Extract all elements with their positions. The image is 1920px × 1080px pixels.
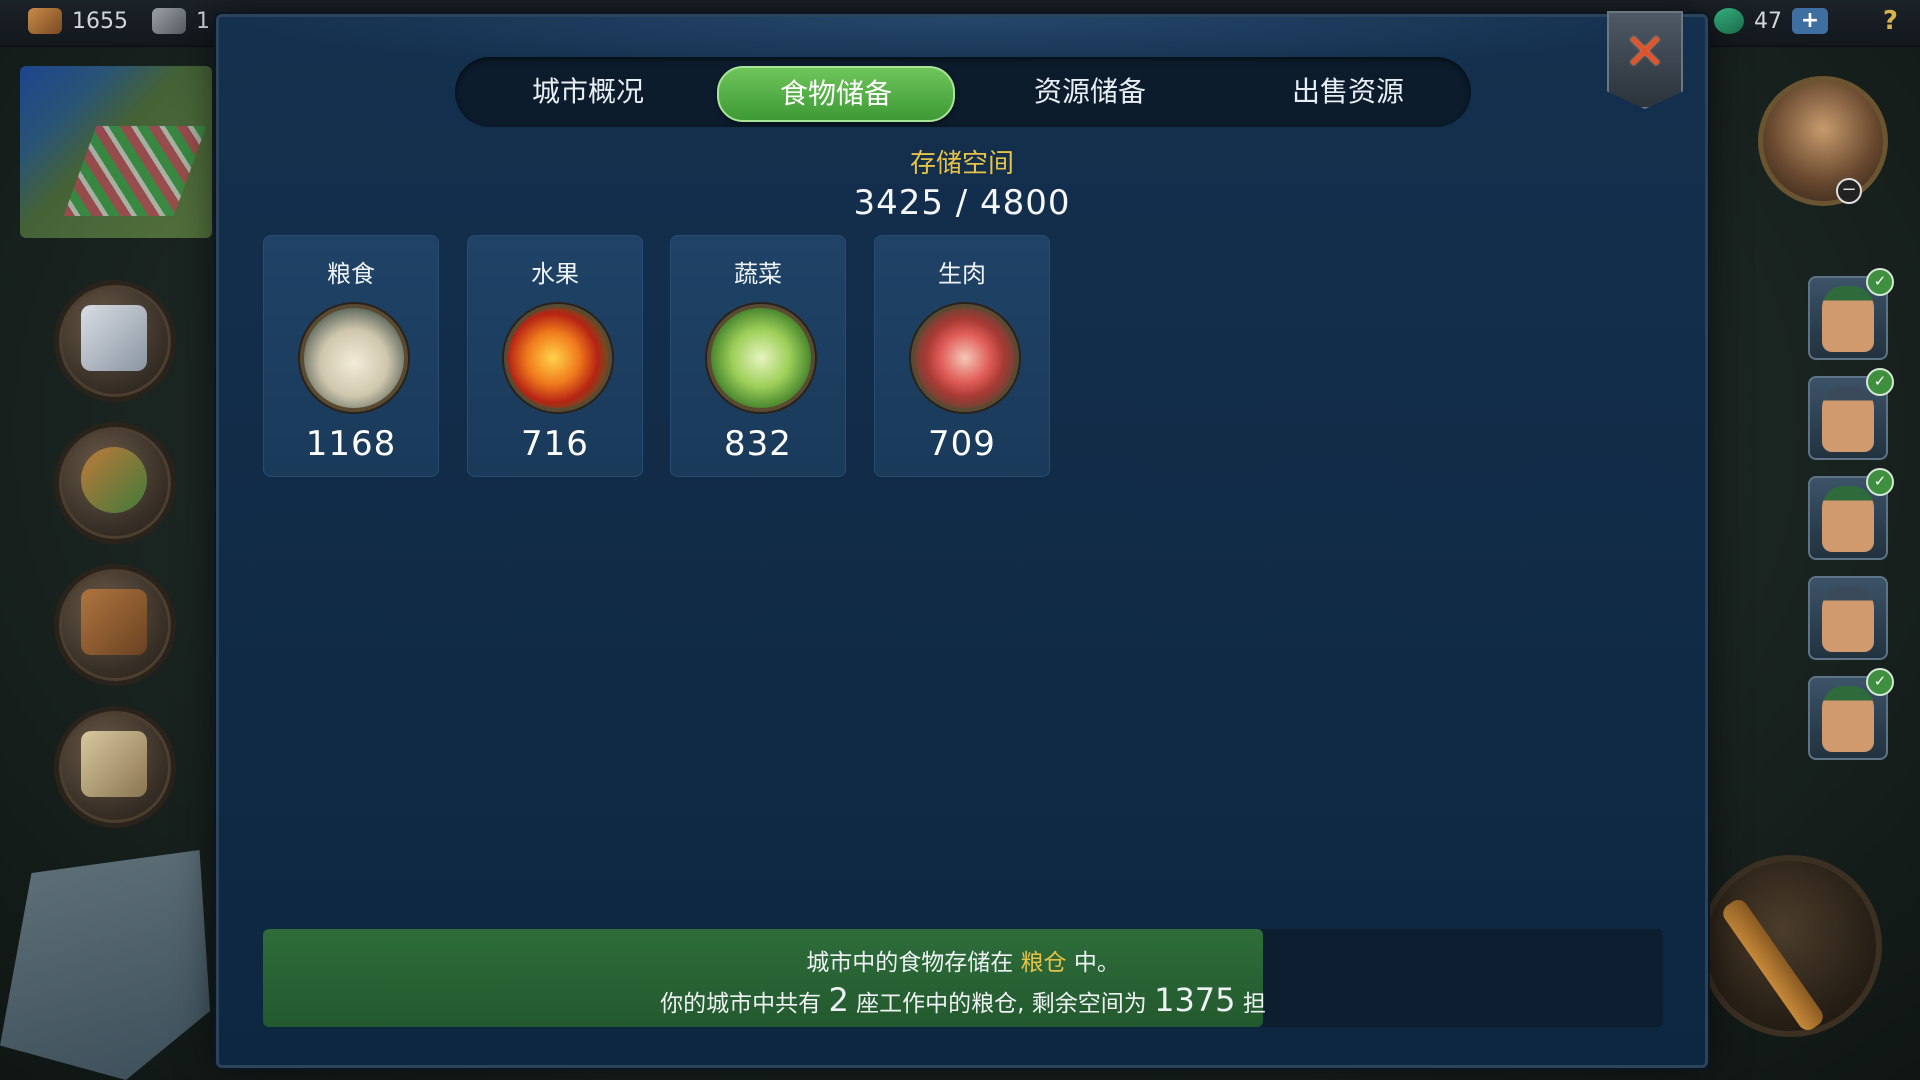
food-amount: 1168 — [305, 424, 397, 464]
stone-amount: 1 — [196, 8, 210, 34]
storage-title: 存储空间 — [909, 149, 1014, 179]
worker-portrait — [1822, 586, 1874, 652]
food-card-vegetables[interactable]: 蔬菜 832 — [670, 235, 846, 477]
worker-slot[interactable]: ✓ — [1808, 368, 1894, 460]
granary-info-line2: 你的城市中共有 2 座工作中的粮仓, 剩余空间为 1375 担 — [263, 981, 1663, 1019]
chest-icon — [81, 731, 147, 797]
food-name: 粮食 — [327, 260, 375, 288]
close-icon: ✕ — [1624, 23, 1666, 81]
check-icon: ✓ — [1866, 368, 1894, 396]
worker-slot[interactable]: ✓ — [1808, 668, 1894, 760]
tab-city-overview[interactable]: 城市概况 — [471, 66, 705, 118]
info-text: 城市中的食物存储在 — [806, 950, 1014, 976]
food-name: 水果 — [531, 260, 579, 288]
worker-portrait — [1822, 386, 1874, 452]
worker-portrait — [1822, 686, 1874, 752]
info-unit: 担 — [1242, 991, 1266, 1017]
check-icon: ✓ — [1866, 468, 1894, 496]
apple-icon — [504, 304, 612, 412]
wood-resource: 1655 — [28, 8, 128, 34]
gems-resource: 47 + — [1714, 8, 1828, 34]
gems-amount: 47 — [1754, 8, 1782, 34]
tab-bar: 城市概况 食物储备 资源储备 出售资源 — [455, 57, 1471, 127]
food-name: 生肉 — [938, 260, 986, 288]
close-button[interactable]: ✕ — [1607, 11, 1683, 109]
backpack-icon — [81, 589, 147, 655]
wood-amount: 1655 — [72, 8, 128, 34]
food-amount: 716 — [521, 424, 589, 464]
info-text: 座工作中的粮仓, 剩余空间为 — [856, 991, 1147, 1017]
cabbage-icon — [707, 304, 815, 412]
stone-icon — [152, 8, 186, 34]
collapse-icon[interactable]: − — [1836, 178, 1862, 204]
buy-gems-button[interactable]: + — [1792, 8, 1828, 34]
tab-food-storage[interactable]: 食物储备 — [717, 66, 955, 122]
granary-info-line1: 城市中的食物存储在 粮仓 中。 — [263, 943, 1663, 977]
food-amount: 832 — [724, 424, 792, 464]
check-icon: ✓ — [1866, 668, 1894, 696]
scroll-icon — [81, 305, 147, 371]
gem-icon — [1714, 8, 1744, 34]
worker-portrait — [1822, 486, 1874, 552]
food-card-fruit[interactable]: 水果 716 — [467, 235, 643, 477]
food-card-grain[interactable]: 粮食 1168 — [263, 235, 439, 477]
raw-meat-icon — [911, 304, 1019, 412]
help-button[interactable]: ? — [1883, 6, 1898, 36]
food-card-meat[interactable]: 生肉 709 — [874, 235, 1050, 477]
granary-info-box: 城市中的食物存储在 粮仓 中。 你的城市中共有 2 座工作中的粮仓, 剩余空间为… — [263, 929, 1663, 1027]
advisor-portrait[interactable] — [1758, 76, 1888, 206]
granary-count: 2 — [828, 981, 849, 1019]
grain-sack-icon — [300, 304, 408, 412]
minimap[interactable] — [20, 66, 212, 238]
scroll-button[interactable] — [54, 280, 176, 402]
worker-slot[interactable]: ✓ — [1808, 268, 1894, 360]
tab-sell-resources[interactable]: 出售资源 — [1231, 66, 1465, 118]
citizens-icon — [81, 447, 147, 513]
blueprint-build-button[interactable] — [0, 850, 210, 1080]
stone-resource: 1 — [152, 8, 210, 34]
granary-link[interactable]: 粮仓 — [1021, 950, 1067, 976]
info-text: 中。 — [1073, 950, 1120, 976]
food-amount: 709 — [928, 424, 996, 464]
tab-resource-storage[interactable]: 资源储备 — [973, 66, 1207, 118]
food-name: 蔬菜 — [734, 260, 782, 288]
wood-icon — [28, 8, 62, 34]
worker-portrait — [1822, 286, 1874, 352]
backpack-button[interactable] — [54, 564, 176, 686]
worker-slot[interactable]: ✓ — [1808, 468, 1894, 560]
citizens-button[interactable] — [54, 422, 176, 544]
storage-value: 3425 / 4800 — [853, 183, 1071, 223]
remaining-space: 1375 — [1154, 981, 1236, 1019]
city-storage-dialog: 城市概况 食物储备 资源储备 出售资源 ✕ 存储空间 3425 / 4800 粮… — [216, 11, 1708, 1068]
chest-button[interactable] — [54, 706, 176, 828]
worker-slot[interactable] — [1808, 576, 1888, 660]
info-text: 你的城市中共有 — [660, 991, 822, 1017]
check-icon: ✓ — [1866, 268, 1894, 296]
